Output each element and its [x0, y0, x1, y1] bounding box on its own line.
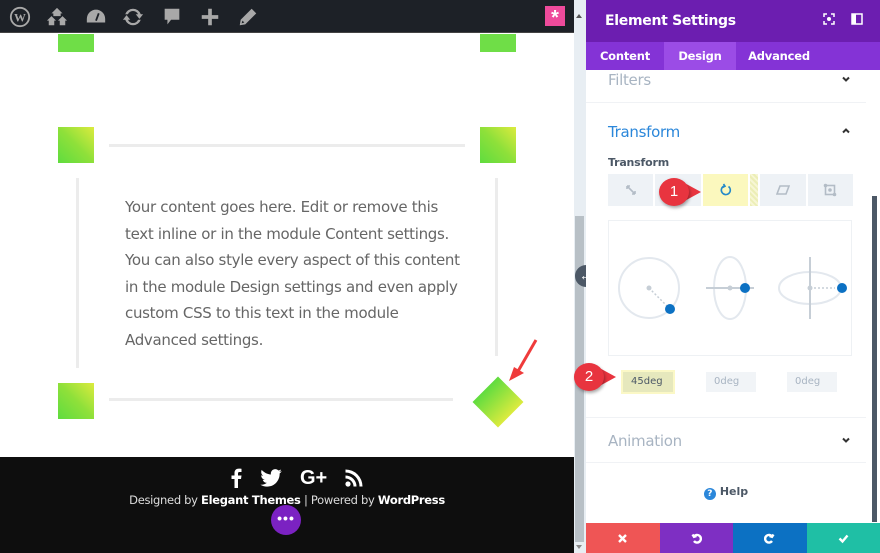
site-footer: G+ Designed by Elegant Themes | Powered … — [0, 457, 574, 553]
rotate-icon — [720, 183, 731, 196]
edit-icon[interactable] — [236, 5, 260, 29]
section-transform[interactable]: Transform — [608, 123, 680, 141]
rotation-control — [608, 220, 852, 356]
divi-builder-icon[interactable]: * — [545, 6, 565, 29]
transform-scale-tab[interactable] — [608, 174, 654, 206]
redo-button[interactable] — [733, 523, 807, 553]
section-animation[interactable]: Animation — [608, 432, 682, 450]
divider — [586, 102, 866, 103]
panel-header: Element Settings — [586, 0, 880, 42]
chevron-up-icon[interactable] — [840, 126, 852, 138]
my-sites-icon[interactable] — [45, 5, 69, 29]
decor-square — [58, 34, 94, 52]
border-line-bottom — [109, 398, 453, 401]
decor-square — [58, 127, 94, 163]
save-button[interactable] — [806, 523, 880, 553]
text-module-content[interactable]: Your content goes here. Edit or remove t… — [125, 194, 465, 353]
divider — [586, 417, 866, 418]
rotate-z-input[interactable]: 45deg — [623, 372, 673, 392]
page-canvas: Your content goes here. Edit or remove t… — [0, 34, 574, 457]
credits-separator: | Powered by — [300, 493, 378, 507]
discard-button[interactable] — [586, 523, 660, 553]
dashboard-icon[interactable] — [84, 5, 108, 29]
settings-tabs: Content Design Advanced — [586, 42, 880, 70]
section-filters[interactable]: Filters — [608, 71, 651, 89]
google-plus-icon[interactable]: G+ — [300, 467, 327, 489]
callout-number: 2 — [574, 363, 604, 391]
sidebar-dock-icon[interactable] — [850, 13, 864, 27]
chevron-down-icon[interactable] — [840, 435, 852, 447]
twitter-icon[interactable] — [260, 467, 282, 489]
undo-button[interactable] — [659, 523, 733, 553]
rotate-x-dial[interactable] — [706, 256, 754, 320]
rotate-y-input[interactable]: 0deg — [787, 372, 837, 392]
divider — [586, 462, 866, 463]
tab-content[interactable]: Content — [586, 42, 664, 70]
chevron-down-icon[interactable] — [840, 74, 852, 86]
facebook-icon[interactable] — [230, 467, 242, 489]
checkmark-icon — [838, 534, 849, 543]
border-line-top — [109, 144, 465, 147]
svg-text:W: W — [14, 11, 26, 25]
transform-type-tabs — [608, 174, 854, 206]
help-icon: ? — [703, 488, 716, 500]
fullscreen-icon[interactable] — [822, 13, 836, 27]
screen: W * Your content goes here. Edit or remo… — [0, 0, 880, 553]
scroll-down-icon[interactable] — [576, 545, 582, 549]
wordpress-icon[interactable]: W — [8, 5, 32, 29]
rotate-z-dial[interactable] — [618, 257, 680, 319]
comments-icon[interactable] — [160, 5, 184, 29]
element-settings-panel: Element Settings Content Design Advanced… — [586, 0, 880, 553]
annotation-arrow-icon — [509, 339, 538, 381]
transform-rotate-tab[interactable] — [702, 174, 749, 206]
tab-design[interactable]: Design — [664, 42, 736, 70]
transform-field-label: Transform — [608, 156, 669, 169]
new-content-icon[interactable] — [198, 5, 222, 29]
close-icon — [618, 533, 628, 543]
border-line-right — [495, 178, 498, 356]
help-label: Help — [719, 485, 749, 498]
border-line-left — [76, 178, 79, 368]
wordpress-link[interactable]: WordPress — [378, 493, 445, 507]
panel-actions — [586, 523, 880, 553]
credits-prefix: Designed by — [129, 493, 202, 507]
decor-square — [480, 34, 516, 52]
help-link[interactable]: ? Help — [586, 485, 866, 500]
rss-icon[interactable] — [345, 467, 363, 489]
panel-scrollbar[interactable] — [872, 196, 877, 522]
skew-icon — [775, 185, 790, 195]
scale-icon — [625, 185, 636, 195]
undo-icon — [691, 533, 702, 544]
updates-icon[interactable] — [121, 5, 145, 29]
transform-origin-tab[interactable] — [807, 174, 854, 206]
rotate-y-dial[interactable] — [778, 257, 847, 319]
origin-icon — [824, 183, 837, 197]
tab-advanced[interactable]: Advanced — [736, 42, 822, 70]
scroll-up-icon[interactable] — [576, 14, 582, 18]
rotate-x-input[interactable]: 0deg — [706, 372, 756, 392]
callout-number: 1 — [659, 178, 689, 206]
decor-square — [480, 127, 516, 163]
transform-tab-highlight — [750, 174, 759, 206]
panel-body: Filters Transform Transform 45deg 0deg 0… — [586, 70, 880, 523]
builder-more-button[interactable]: ••• — [271, 505, 301, 535]
decor-square — [58, 383, 94, 419]
transform-skew-tab[interactable] — [760, 174, 806, 206]
redo-icon — [764, 533, 775, 544]
panel-title: Element Settings — [605, 13, 736, 29]
wp-admin-bar: W * — [0, 0, 574, 33]
social-icons: G+ — [230, 467, 363, 489]
